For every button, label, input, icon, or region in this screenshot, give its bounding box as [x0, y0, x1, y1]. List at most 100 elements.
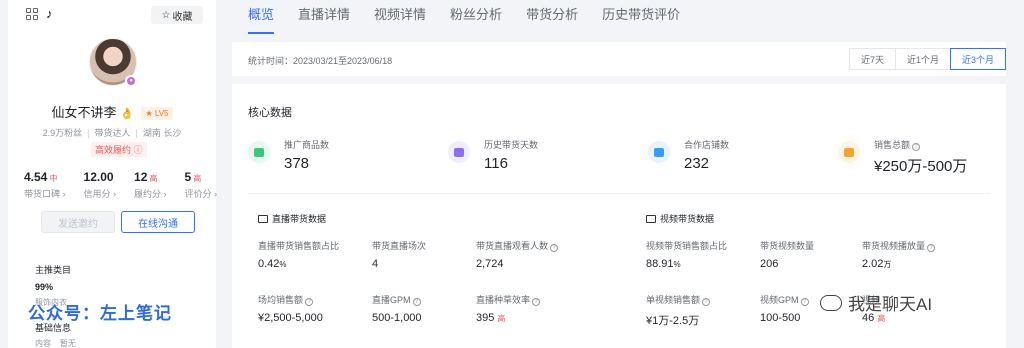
- score-label[interactable]: 信用分 ›: [84, 187, 117, 200]
- score-label[interactable]: 履约分 ›: [134, 187, 167, 200]
- help-icon[interactable]: ?: [702, 298, 711, 306]
- score-level: 中: [49, 174, 58, 183]
- core-metric: 销售总额? ¥250万-500万: [838, 138, 967, 176]
- score-stat: 12 高履约分 ›: [134, 170, 167, 200]
- live-metric-label: 场均销售额?: [258, 293, 323, 306]
- profile-role: 带货达人: [94, 128, 131, 138]
- hand-icon: 👌: [120, 108, 134, 120]
- score-level: 高: [193, 174, 202, 183]
- range-button-0[interactable]: 近7天: [848, 48, 896, 70]
- online-chat-button[interactable]: 在线沟通: [121, 211, 195, 233]
- help-icon[interactable]: ?: [927, 244, 936, 252]
- score-value: 5高: [184, 170, 202, 184]
- video-icon: [646, 214, 656, 223]
- range-button-1[interactable]: 近1个月: [894, 48, 951, 70]
- score-label[interactable]: 评价分 ›: [185, 187, 218, 200]
- content-info: 内容 暂无: [35, 339, 76, 348]
- top-icons: ♪: [26, 7, 53, 20]
- help-icon[interactable]: ?: [412, 298, 421, 306]
- profile-panel: ♪ ☆ 收藏 ● 仙女不讲李 👌 ★ LV5 2.9万粉丝 | 带货达人 | 湖南 长沙…: [8, 0, 217, 348]
- video-metric-label: 视频带货销售额占比: [646, 241, 728, 251]
- stat-period: 统计时间：2023/03/21至2023/06/18: [248, 56, 393, 66]
- live-metric: 带货直播观看人数? 2,724: [476, 239, 559, 270]
- help-icon[interactable]: ?: [532, 298, 541, 306]
- tab-1[interactable]: 直播详情: [298, 0, 350, 34]
- score-value: 12 高: [134, 170, 158, 184]
- favorite-button[interactable]: ☆ 收藏: [151, 6, 203, 24]
- live-metric-label: 直播GPM?: [372, 293, 422, 306]
- video-metric: 单视频销售额? ¥1万-2.5万: [646, 293, 711, 328]
- fulfillment-tag: 高效履约 ⓘ: [91, 142, 147, 157]
- core-metric: 推广商品数 378: [248, 138, 329, 172]
- live-metric: 场均销售额? ¥2,500-5,000: [258, 293, 323, 324]
- send-invite-button[interactable]: 发送邀约: [41, 211, 115, 233]
- video-metric: 视频带货销售额占比 88.91%: [646, 239, 727, 270]
- video-metric-label: 单视频销售额?: [646, 293, 711, 306]
- core-metric-value: 378: [284, 155, 310, 172]
- date-range-bar: 统计时间：2023/03/21至2023/06/18 近7天 近1个月 近3个月: [232, 42, 1006, 76]
- score-stat: 12.00 信用分 ›: [84, 170, 117, 200]
- tab-bar: 概览 直播详情 视频详情 粉丝分析 带货分析 历史带货评价: [232, 0, 1024, 34]
- core-metric-label: 历史带货天数: [484, 140, 539, 150]
- level-tag: 高: [877, 314, 886, 323]
- core-metric-icon: [448, 141, 470, 163]
- core-metric-value: ¥250万-500万: [874, 158, 968, 175]
- video-metric-value: 206: [760, 258, 779, 270]
- help-icon[interactable]: ?: [305, 298, 314, 306]
- score-value: 4.54 中: [24, 170, 58, 184]
- profile-name: 仙女不讲李: [51, 105, 117, 120]
- profile-name-row: 仙女不讲李 👌 ★ LV5: [8, 102, 216, 121]
- help-icon[interactable]: ?: [800, 298, 809, 306]
- core-data-title: 核心数据: [248, 107, 292, 119]
- core-metric-icon: [648, 141, 670, 163]
- tab-0[interactable]: 概览: [248, 0, 275, 34]
- live-metric-value: ¥2,500-5,000: [258, 312, 323, 324]
- video-section-title: 视频带货数据: [646, 212, 714, 225]
- video-metric: 带货视频播放量? 2.02万: [862, 239, 936, 270]
- live-metric-label: 带货直播观看人数?: [476, 239, 559, 252]
- video-metric: 带货视频数量 206: [760, 239, 814, 270]
- core-metric-icon: [838, 141, 860, 163]
- video-metric-label: 带货视频数量: [760, 241, 815, 251]
- live-metric-value: 2,724: [476, 258, 504, 270]
- live-metric-label: 直播带货销售额占比: [258, 241, 340, 251]
- core-metric-label: 合作店铺数: [684, 140, 730, 150]
- score-stats: 4.54 中带货口碑 › 12.00 信用分 › 12 高履约分 › 5 高评价分 ›: [24, 170, 235, 200]
- core-metric: 合作店铺数 232: [648, 138, 729, 172]
- video-metric-value: 88.91%: [646, 258, 681, 270]
- unit: 万: [883, 260, 892, 269]
- range-button-2[interactable]: 近3个月: [949, 48, 1006, 70]
- divider: [248, 193, 990, 194]
- help-icon[interactable]: ?: [550, 244, 559, 252]
- watermark-left: 公众号：左上笔记: [28, 304, 172, 323]
- watermark-right: 我是聊天AI: [820, 290, 932, 315]
- live-metric-value: 0.42%: [258, 258, 287, 270]
- profile-location: 湖南 长沙: [142, 128, 182, 138]
- video-metric-value: 2.02万: [862, 258, 892, 270]
- favorite-label: 收藏: [172, 11, 193, 23]
- live-metric: 直播带货销售额占比 0.42%: [258, 239, 339, 270]
- tab-2[interactable]: 视频详情: [374, 0, 426, 34]
- profile-meta: 2.9万粉丝 | 带货达人 | 湖南 长沙: [42, 128, 182, 138]
- live-metric: 带货直播场次 4: [372, 239, 426, 270]
- score-label[interactable]: 带货口碑 ›: [24, 187, 66, 200]
- tiktok-icon[interactable]: ♪: [46, 7, 53, 20]
- tab-4[interactable]: 带货分析: [526, 0, 578, 34]
- live-metric-label: 直播种草效率?: [476, 293, 541, 306]
- range-selector: 近7天 近1个月 近3个月: [848, 48, 1006, 70]
- tab-3[interactable]: 粉丝分析: [450, 0, 502, 34]
- level-text: LV5: [154, 109, 169, 118]
- live-icon: [258, 214, 268, 223]
- level-badge: ★ LV5: [141, 107, 173, 120]
- live-metric-label: 带货直播场次: [372, 241, 427, 251]
- live-metric: 直播GPM? 500-1,000: [372, 293, 422, 324]
- main-category-value: 99%: [35, 282, 54, 292]
- video-metric-label: 视频GPM?: [760, 293, 809, 306]
- tab-5[interactable]: 历史带货评价: [602, 0, 680, 34]
- grid-icon[interactable]: [26, 8, 38, 20]
- video-metric: 视频GPM? 100-500: [760, 293, 809, 324]
- help-icon[interactable]: ?: [912, 143, 921, 151]
- unit: %: [673, 260, 681, 269]
- score-stat: 5 高评价分 ›: [185, 170, 218, 200]
- video-metric-label: 带货视频播放量?: [862, 239, 936, 252]
